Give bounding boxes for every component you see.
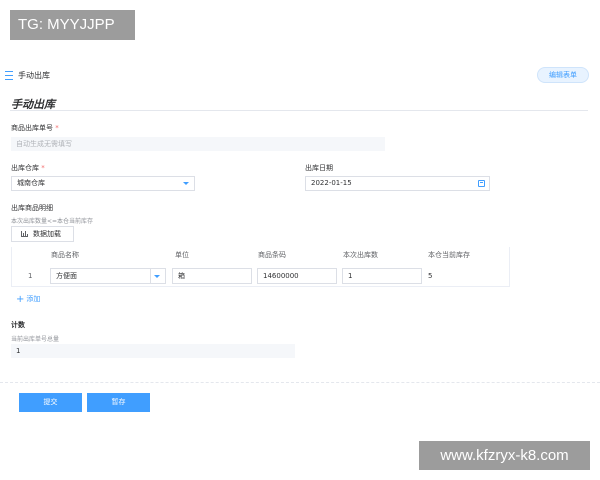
title-divider <box>10 110 588 111</box>
chevron-down-icon <box>154 275 160 278</box>
date-label-text: 出库日期 <box>305 164 333 172</box>
barcode-input[interactable]: 14600000 <box>257 268 337 284</box>
load-data-button[interactable]: 数据加载 <box>11 226 74 242</box>
chevron-down-icon <box>183 182 189 185</box>
column-header: 商品条码 <box>258 251 286 259</box>
count-field: 1 <box>11 344 295 358</box>
watermark-top-left: TG: MYYJJPP <box>10 10 135 40</box>
watermark-bottom-right: www.kfzryx-k8.com <box>419 441 590 470</box>
unit-value: 箱 <box>178 272 185 280</box>
required-mark: * <box>41 164 45 172</box>
plus-icon: + <box>16 294 25 305</box>
date-picker[interactable]: 2022-01-15 <box>305 176 490 191</box>
count-title: 计数 <box>11 321 25 329</box>
quantity-input[interactable]: 1 <box>342 268 422 284</box>
product-name-value: 方便面 <box>56 272 77 280</box>
details-table: 商品名称 单位 商品条码 本次出库数 本仓当前库存 1 方便面 箱 146000… <box>11 247 510 287</box>
select-divider <box>150 269 151 283</box>
details-hint: 本次出库数量<=本仓当前库存 <box>11 218 94 225</box>
warehouse-label-text: 出库仓库 <box>11 164 39 172</box>
stock-value: 5 <box>428 272 433 280</box>
chart-icon <box>21 231 28 237</box>
date-label: 出库日期 <box>305 163 333 173</box>
product-name-select[interactable]: 方便面 <box>50 268 166 284</box>
submit-button[interactable]: 提交 <box>19 393 82 412</box>
edit-form-button[interactable]: 编辑表单 <box>537 67 589 83</box>
save-draft-button[interactable]: 暂存 <box>87 393 150 412</box>
unit-input[interactable]: 箱 <box>172 268 252 284</box>
quantity-value: 1 <box>348 272 353 280</box>
count-label: 当前出库单号总量 <box>11 336 60 343</box>
barcode-value: 14600000 <box>263 272 299 280</box>
order-no-placeholder: 自动生成无需填写 <box>16 140 72 148</box>
menu-icon[interactable] <box>5 71 13 80</box>
load-data-label: 数据加载 <box>33 230 61 238</box>
column-header: 单位 <box>175 251 189 259</box>
column-header: 商品名称 <box>51 251 79 259</box>
column-header: 本次出库数 <box>343 251 378 259</box>
order-no-label: 商品出库单号 * <box>11 123 59 133</box>
warehouse-label: 出库仓库 * <box>11 163 45 173</box>
required-mark: * <box>55 124 59 132</box>
footer-divider <box>0 382 600 383</box>
calendar-icon[interactable] <box>478 180 485 187</box>
row-index: 1 <box>28 272 33 280</box>
warehouse-select[interactable]: 城南仓库 <box>11 176 195 191</box>
order-no-field: 自动生成无需填写 <box>11 137 385 151</box>
column-header: 本仓当前库存 <box>428 251 470 259</box>
warehouse-value: 城南仓库 <box>17 179 45 187</box>
add-row-label: 添加 <box>26 295 41 303</box>
topbar-title: 手动出库 <box>18 71 50 80</box>
add-row-link[interactable]: + 添加 <box>16 293 41 305</box>
top-bar: 手动出库 编辑表单 <box>0 64 600 88</box>
date-value: 2022-01-15 <box>311 179 352 187</box>
details-label: 出库商品明细 <box>11 204 53 212</box>
count-value: 1 <box>16 347 21 355</box>
order-no-label-text: 商品出库单号 <box>11 124 53 132</box>
